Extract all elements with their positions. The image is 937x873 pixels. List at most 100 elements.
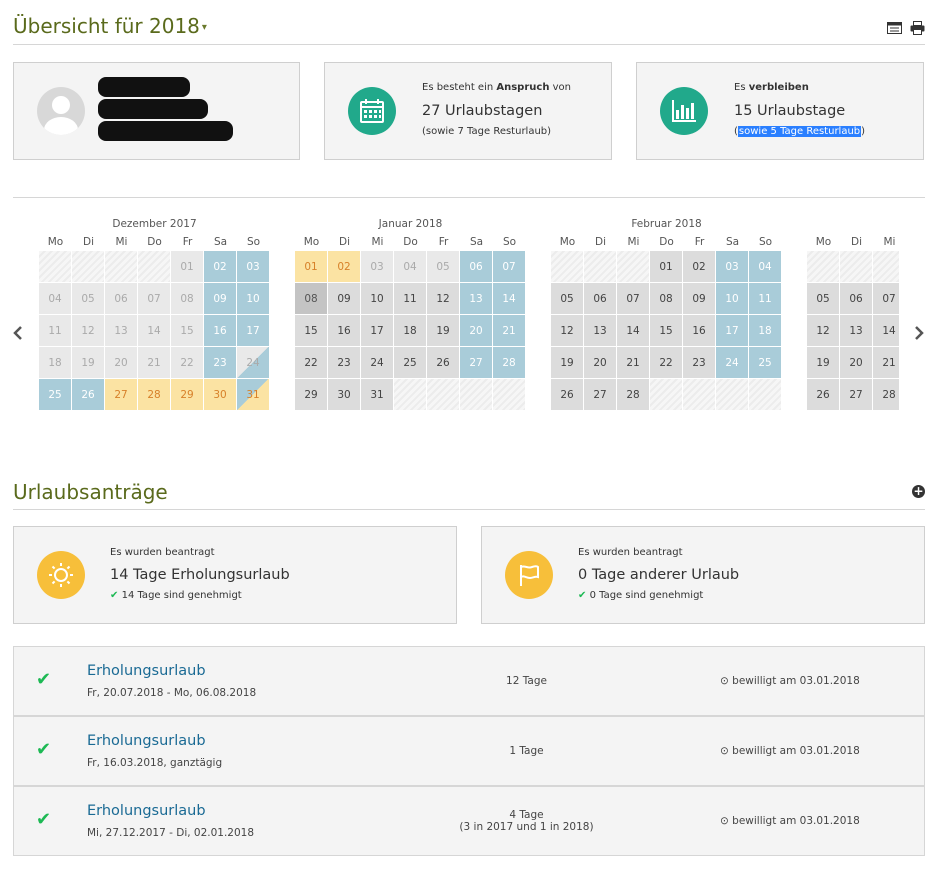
request-row[interactable]: ✔ Erholungsurlaub Mi, 27.12.2017 - Di, 0… (13, 786, 925, 856)
day-weekend[interactable]: 16 (204, 315, 236, 346)
day[interactable]: 07 (617, 283, 649, 314)
list-view-icon[interactable] (887, 20, 902, 34)
day[interactable]: 03 (361, 251, 393, 282)
day[interactable]: 14 (617, 315, 649, 346)
day[interactable]: 25 (394, 347, 426, 378)
day[interactable]: 11 (39, 315, 71, 346)
day[interactable]: 27 (840, 379, 872, 410)
plus-circle-icon[interactable]: + (912, 485, 925, 498)
day-today[interactable]: 08 (295, 283, 327, 314)
day-weekend[interactable]: 03 (716, 251, 748, 282)
chevron-right-icon[interactable] (913, 325, 925, 341)
day-weekend[interactable]: 04 (749, 251, 781, 282)
day[interactable]: 15 (295, 315, 327, 346)
day[interactable]: 01 (650, 251, 682, 282)
day-weekend[interactable]: 17 (716, 315, 748, 346)
day-vacation[interactable]: 28 (138, 379, 170, 410)
day-weekend[interactable]: 09 (204, 283, 236, 314)
day[interactable]: 12 (551, 315, 583, 346)
calendar-prev-button[interactable] (12, 322, 24, 347)
day[interactable]: 19 (551, 347, 583, 378)
day-weekend[interactable]: 03 (237, 251, 269, 282)
day[interactable]: 22 (171, 347, 203, 378)
day[interactable]: 05 (72, 283, 104, 314)
day-weekend[interactable]: 02 (204, 251, 236, 282)
day[interactable]: 18 (39, 347, 71, 378)
day-weekend[interactable]: 20 (460, 315, 492, 346)
day[interactable]: 12 (72, 315, 104, 346)
page-title[interactable]: Übersicht für 2018 ▾ (13, 14, 207, 38)
day[interactable]: 21 (138, 347, 170, 378)
day[interactable]: 24 (361, 347, 393, 378)
day[interactable]: 06 (584, 283, 616, 314)
day-vacation[interactable]: 02 (328, 251, 360, 282)
day-weekend[interactable]: 10 (716, 283, 748, 314)
day-vacation[interactable]: 27 (105, 379, 137, 410)
day[interactable]: 09 (683, 283, 715, 314)
day[interactable]: 12 (807, 315, 839, 346)
day-weekend[interactable]: 13 (460, 283, 492, 314)
day-vacation[interactable]: 30 (204, 379, 236, 410)
day-weekend[interactable]: 10 (237, 283, 269, 314)
day-weekend[interactable]: 25 (39, 379, 71, 410)
day[interactable]: 19 (427, 315, 459, 346)
request-type-link[interactable]: Erholungsurlaub (87, 663, 206, 679)
day[interactable]: 20 (584, 347, 616, 378)
day[interactable]: 26 (807, 379, 839, 410)
day[interactable]: 15 (650, 315, 682, 346)
day[interactable]: 19 (72, 347, 104, 378)
day[interactable]: 22 (295, 347, 327, 378)
day-weekend[interactable]: 07 (493, 251, 525, 282)
day-weekend[interactable]: 06 (460, 251, 492, 282)
day[interactable]: 23 (683, 347, 715, 378)
day-weekend[interactable]: 24 (716, 347, 748, 378)
day-vacation-half[interactable]: 31 (237, 379, 269, 410)
day[interactable]: 01 (171, 251, 203, 282)
day[interactable]: 23 (328, 347, 360, 378)
day[interactable]: 06 (105, 283, 137, 314)
day[interactable]: 15 (171, 315, 203, 346)
day-weekend[interactable]: 18 (749, 315, 781, 346)
day[interactable]: 09 (328, 283, 360, 314)
request-type-link[interactable]: Erholungsurlaub (87, 803, 206, 819)
day[interactable]: 08 (650, 283, 682, 314)
day[interactable]: 07 (873, 283, 899, 314)
day[interactable]: 22 (650, 347, 682, 378)
day[interactable]: 02 (683, 251, 715, 282)
day[interactable]: 16 (328, 315, 360, 346)
day-holiday[interactable]: 24 (237, 347, 269, 378)
day[interactable]: 20 (840, 347, 872, 378)
day[interactable]: 08 (171, 283, 203, 314)
day[interactable]: 13 (584, 315, 616, 346)
remaining-note-link[interactable]: sowie 5 Tage Resturlaub (737, 126, 862, 137)
day[interactable]: 20 (105, 347, 137, 378)
request-row[interactable]: ✔ Erholungsurlaub Fr, 20.07.2018 - Mo, 0… (13, 646, 925, 716)
day[interactable]: 30 (328, 379, 360, 410)
day[interactable]: 26 (427, 347, 459, 378)
day-weekend[interactable]: 26 (72, 379, 104, 410)
day-weekend[interactable]: 11 (749, 283, 781, 314)
day[interactable]: 11 (394, 283, 426, 314)
day[interactable]: 14 (873, 315, 899, 346)
day[interactable]: 17 (361, 315, 393, 346)
day-weekend[interactable]: 17 (237, 315, 269, 346)
day[interactable]: 13 (105, 315, 137, 346)
day[interactable]: 12 (427, 283, 459, 314)
day[interactable]: 13 (840, 315, 872, 346)
day[interactable]: 29 (295, 379, 327, 410)
day[interactable]: 05 (427, 251, 459, 282)
day[interactable]: 18 (394, 315, 426, 346)
day-weekend[interactable]: 21 (493, 315, 525, 346)
day[interactable]: 05 (807, 283, 839, 314)
day-weekend[interactable]: 14 (493, 283, 525, 314)
day[interactable]: 28 (873, 379, 899, 410)
day-weekend[interactable]: 25 (749, 347, 781, 378)
day[interactable]: 26 (551, 379, 583, 410)
day[interactable]: 04 (394, 251, 426, 282)
day[interactable]: 19 (807, 347, 839, 378)
day[interactable]: 07 (138, 283, 170, 314)
day-vacation[interactable]: 01 (295, 251, 327, 282)
day-weekend[interactable]: 27 (460, 347, 492, 378)
day[interactable]: 16 (683, 315, 715, 346)
day-weekend[interactable]: 28 (493, 347, 525, 378)
